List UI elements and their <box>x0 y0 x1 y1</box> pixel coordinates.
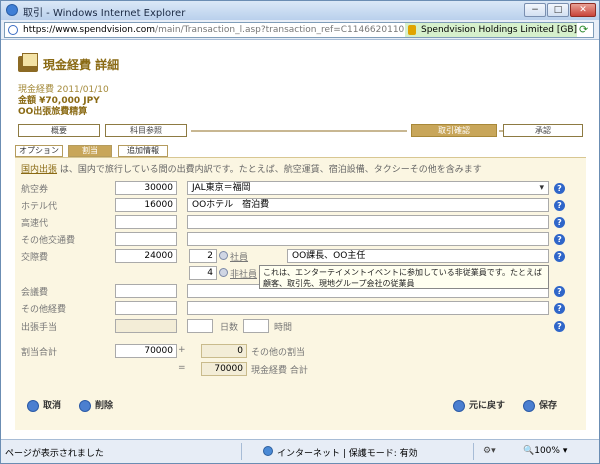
status-text: ページが表示されました <box>5 449 104 459</box>
days-label: 日数 <box>220 323 239 333</box>
save-icon <box>523 400 535 412</box>
step-connector <box>191 130 407 132</box>
meta-purpose: OO出張旅費精算 <box>18 107 88 117</box>
help-icon[interactable]: ? <box>554 251 565 262</box>
tab-options[interactable]: オプション <box>15 145 63 157</box>
allowance-label: 出張手当 <box>21 323 58 333</box>
status-divider <box>473 443 474 460</box>
help-icon[interactable]: ? <box>554 234 565 245</box>
other-transport-amount[interactable] <box>115 232 177 246</box>
page-content: 現金経費 詳細 現金経費 2011/01/10 金額 ¥70,000 JPY O… <box>1 41 599 439</box>
other-memo[interactable] <box>187 301 549 315</box>
help-icon[interactable]: ? <box>554 303 565 314</box>
title-bar: 取引 - Windows Internet Explorer − □ ✕ <box>1 1 599 20</box>
allowance-amount <box>115 319 177 333</box>
meeting-label: 会議費 <box>21 288 49 298</box>
page-icon <box>8 25 18 35</box>
total-label: 割当合計 <box>21 348 58 358</box>
hotel-memo[interactable]: OOホテル 宿泊費 <box>187 198 549 212</box>
help-icon[interactable]: ? <box>554 321 565 332</box>
other-transport-memo[interactable] <box>187 232 549 246</box>
refresh-icon[interactable]: ⟳ <box>579 24 591 36</box>
hotel-label: ホテル代 <box>21 202 58 212</box>
security-zone[interactable]: インターネット | 保護モード: 有効 <box>263 446 418 459</box>
delete-button[interactable]: 削除 <box>79 399 113 413</box>
non-employee-tooltip: これは、エンターテイメントイベントに参加している非従業員です。たとえば顧客、取引… <box>259 265 549 289</box>
url-field[interactable]: https://www.spendvision.com/main/Transac… <box>4 22 594 38</box>
other-alloc-label: その他の割当 <box>251 348 306 358</box>
hotel-amount[interactable]: 16000 <box>115 198 177 212</box>
other-alloc-amount: 0 <box>201 344 247 358</box>
tab-allocation[interactable]: 割当 <box>68 145 112 157</box>
help-icon[interactable]: ? <box>554 200 565 211</box>
total-amount: 70000 <box>115 344 177 358</box>
employee-names[interactable]: OO課長、OO主任 <box>287 249 549 263</box>
airfare-amount[interactable]: 30000 <box>115 181 177 195</box>
help-icon[interactable]: ? <box>554 183 565 194</box>
other-transport-label: その他交通費 <box>21 236 76 246</box>
equals-sign: = <box>178 363 186 373</box>
meeting-amount[interactable] <box>115 284 177 298</box>
lock-icon <box>407 25 416 35</box>
allowance-days[interactable] <box>187 319 213 333</box>
hours-label: 時間 <box>274 323 293 333</box>
window-title: 取引 - Windows Internet Explorer <box>23 8 186 19</box>
other-label: その他経費 <box>21 305 67 315</box>
plus-sign: + <box>178 345 186 355</box>
airfare-memo[interactable]: JAL東京＝福岡 <box>187 181 549 195</box>
allowance-hours[interactable] <box>243 319 269 333</box>
help-icon[interactable]: ? <box>554 217 565 228</box>
protected-mode-icon[interactable]: ⚙▾ <box>483 446 496 456</box>
browser-window: 取引 - Windows Internet Explorer − □ ✕ htt… <box>0 0 600 464</box>
employee-count[interactable]: 2 <box>189 249 217 263</box>
highway-memo[interactable] <box>187 215 549 229</box>
cancel-icon <box>27 400 39 412</box>
delete-icon <box>79 400 91 412</box>
security-badge[interactable]: Spendvision Holdings Limited [GB] <box>404 23 577 37</box>
non-employee-link[interactable]: 非社員 <box>230 267 257 280</box>
employee-link[interactable]: 社員 <box>230 250 248 263</box>
cancel-button[interactable]: 取消 <box>27 399 61 413</box>
status-divider <box>241 443 242 460</box>
status-bar: ページが表示されました インターネット | 保護モード: 有効 ⚙▾ 🔍100%… <box>1 439 599 463</box>
address-bar: https://www.spendvision.com/main/Transac… <box>1 20 599 40</box>
globe-icon <box>263 446 273 456</box>
other-amount[interactable] <box>115 301 177 315</box>
gear-icon[interactable] <box>219 251 228 260</box>
help-icon[interactable]: ? <box>554 286 565 297</box>
zoom-level[interactable]: 🔍100% ▾ <box>523 446 567 456</box>
airfare-label: 航空券 <box>21 185 49 195</box>
save-button[interactable]: 保存 <box>523 399 557 413</box>
highway-amount[interactable] <box>115 215 177 229</box>
undo-icon <box>453 400 465 412</box>
close-button[interactable]: ✕ <box>570 3 596 17</box>
tab-additional[interactable]: 追加情報 <box>118 145 168 157</box>
maximize-button[interactable]: □ <box>547 3 569 17</box>
restore-button[interactable]: 元に戻す <box>453 399 505 413</box>
entertainment-amount[interactable]: 24000 <box>115 249 177 263</box>
cash-total-amount: 70000 <box>201 362 247 376</box>
non-employee-count[interactable]: 4 <box>189 266 217 280</box>
url-text: https://www.spendvision.com/main/Transac… <box>23 25 427 35</box>
step-account[interactable]: 科目参照 <box>105 124 187 137</box>
allocation-panel: 国内出張 は、国内で旅行している間の出費内訳です。たとえば、航空運賃、宿泊設備、… <box>15 157 586 430</box>
step-overview[interactable]: 概要 <box>18 124 100 137</box>
document-icon <box>18 53 38 72</box>
highway-label: 高速代 <box>21 219 49 229</box>
step-confirm[interactable]: 取引確認 <box>411 124 497 137</box>
ie-icon <box>6 4 18 16</box>
gear-icon[interactable] <box>219 268 228 277</box>
cash-total-label: 現金経費 合計 <box>251 366 308 376</box>
entertainment-label: 交際費 <box>21 253 49 263</box>
category-description: 国内出張 は、国内で旅行している間の出費内訳です。たとえば、航空運賃、宿泊設備、… <box>21 165 482 175</box>
minimize-button[interactable]: − <box>524 3 546 17</box>
category-link[interactable]: 国内出張 <box>21 165 57 175</box>
step-approve[interactable]: 承認 <box>503 124 583 137</box>
page-title: 現金経費 詳細 <box>43 58 120 72</box>
